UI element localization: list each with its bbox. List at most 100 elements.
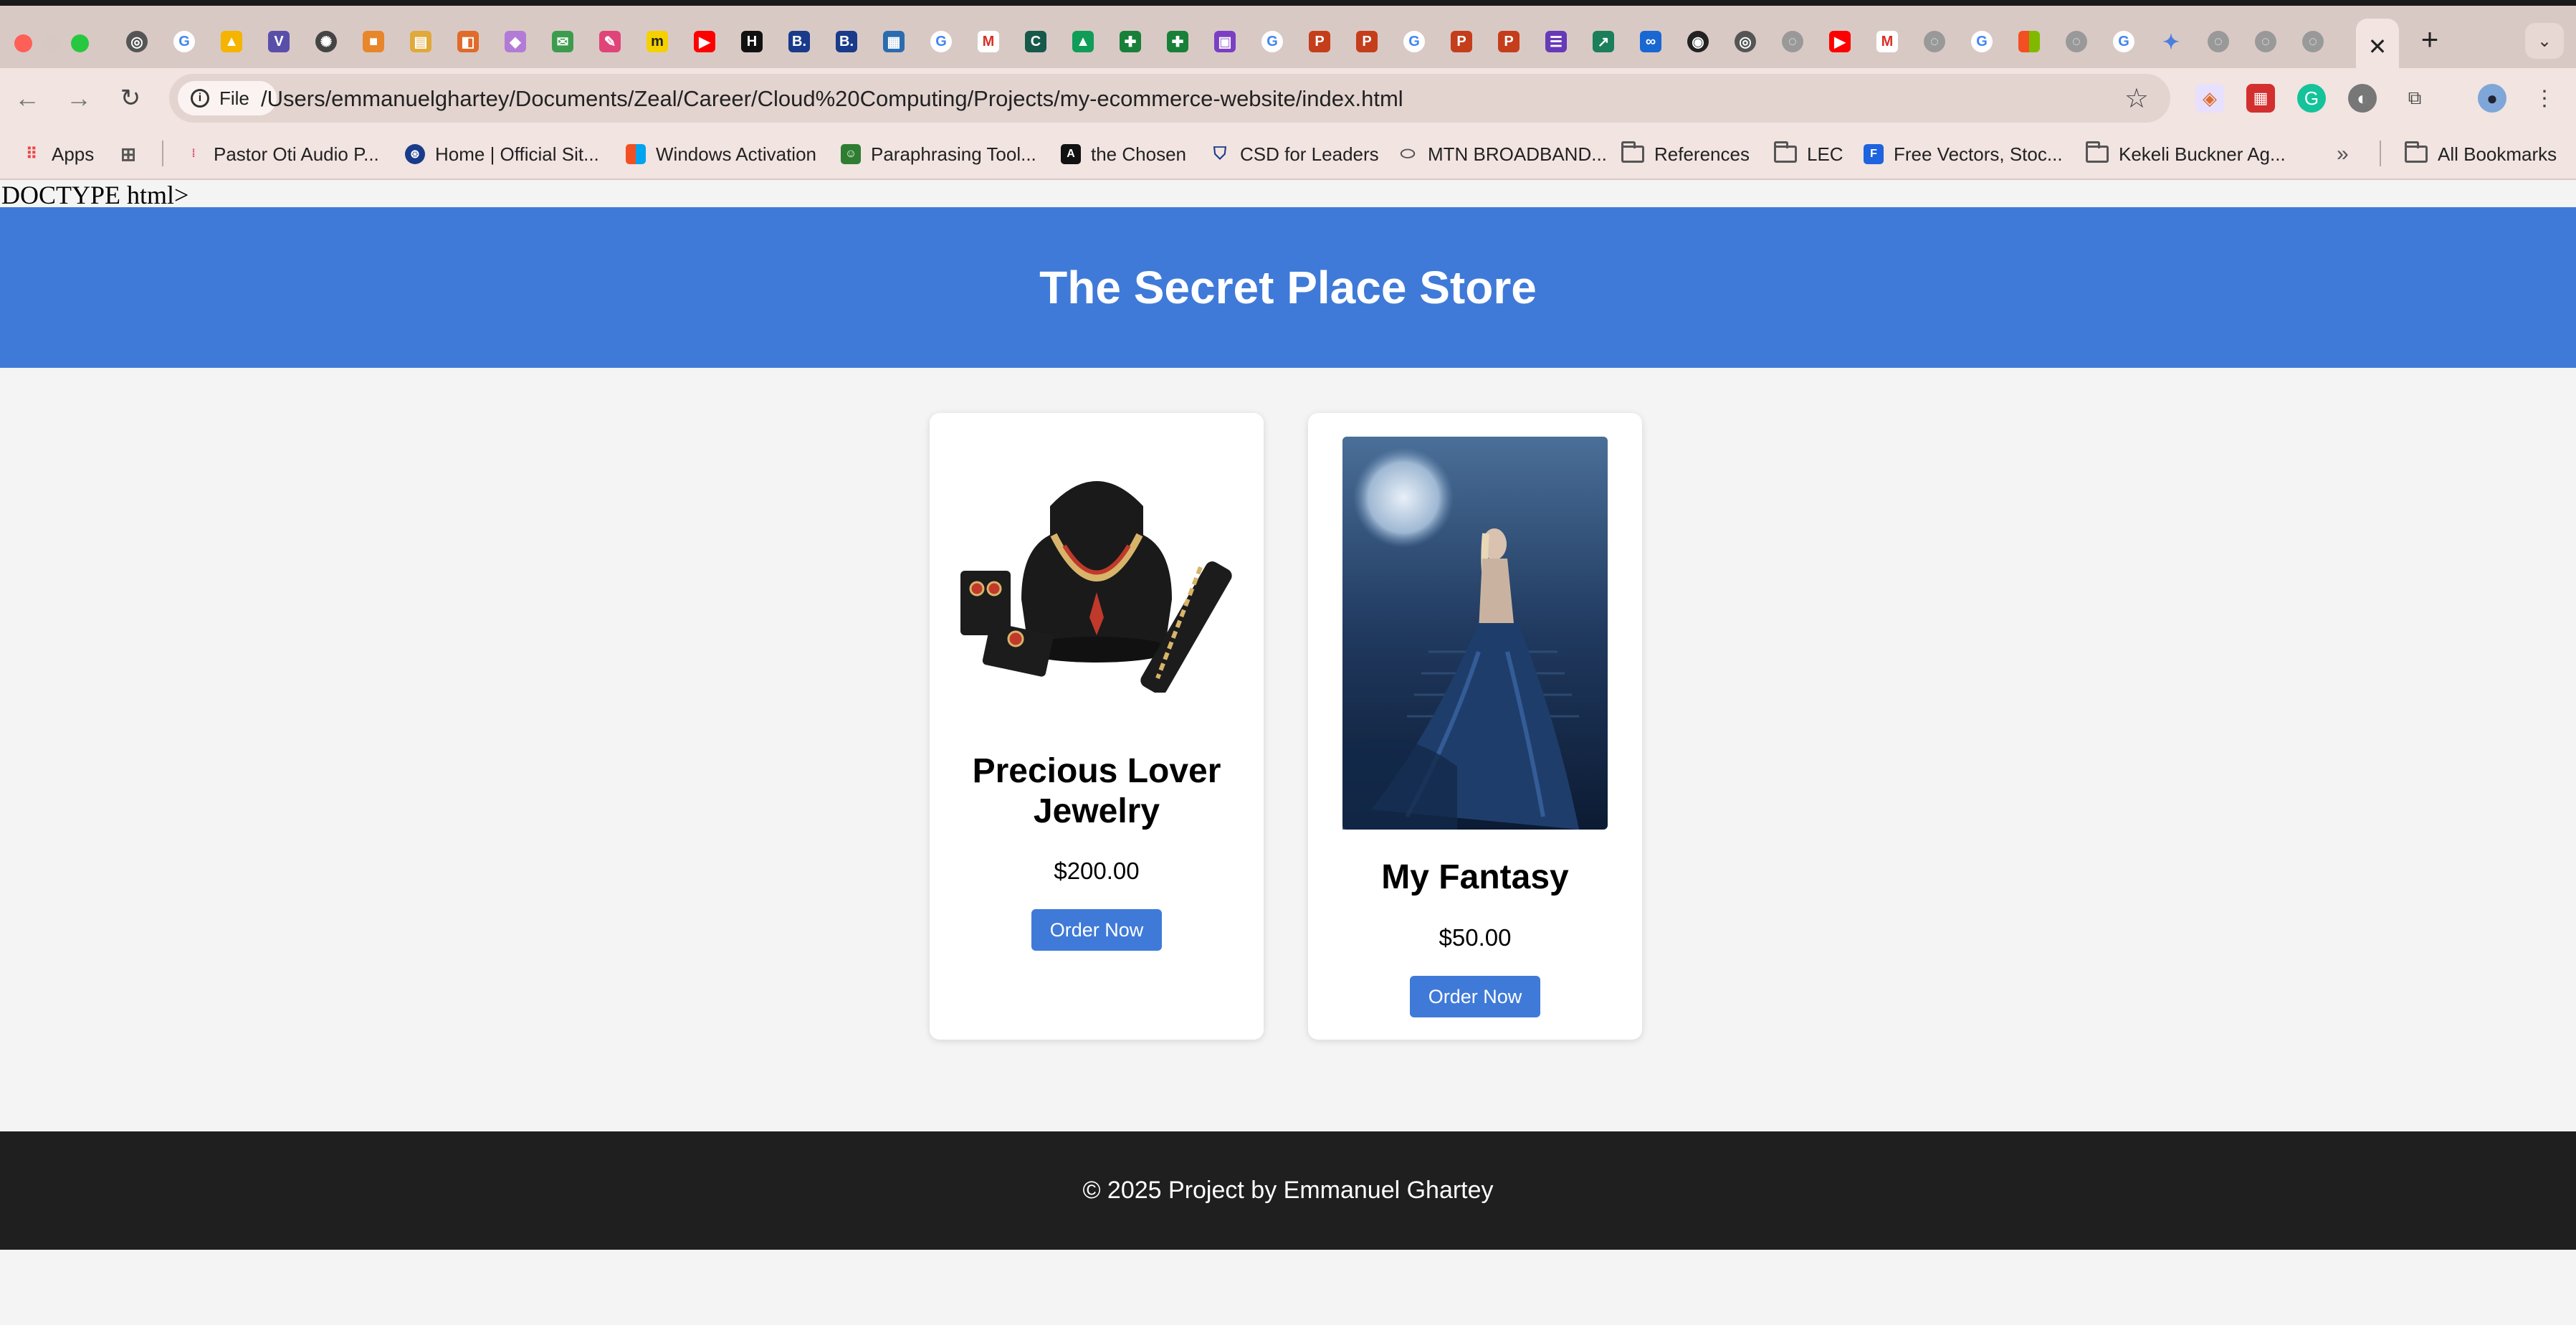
- bookmark-label: Paraphrasing Tool...: [871, 143, 1036, 165]
- bookmark-free-vectors[interactable]: F Free Vectors, Stoc...: [1864, 141, 2063, 167]
- tab-miro-icon[interactable]: m: [634, 27, 681, 56]
- menu-kebab-icon[interactable]: ⋮: [2530, 84, 2559, 113]
- bookmark-csd-for-leaders[interactable]: ⛉ CSD for Leaders: [1210, 141, 1379, 167]
- order-now-button[interactable]: Order Now: [1410, 976, 1540, 1017]
- extension-gray-icon[interactable]: ◐: [2348, 84, 2377, 113]
- maximize-window-button[interactable]: [71, 34, 89, 52]
- minimize-window-button[interactable]: [42, 34, 60, 52]
- bookmark-label: Windows Activation: [656, 143, 816, 165]
- folder-icon: [1621, 141, 1644, 163]
- bookmark-official-site[interactable]: ⊛ Home | Official Sit...: [405, 141, 599, 167]
- extension-red-icon[interactable]: ▦: [2246, 84, 2275, 113]
- tab-google-icon[interactable]: G: [917, 27, 965, 56]
- tab-search-chevron-icon[interactable]: ⌄: [2525, 23, 2564, 59]
- extension-shield-icon[interactable]: ◈: [2195, 84, 2224, 113]
- tab-youtube-icon[interactable]: ▶: [1816, 27, 1864, 56]
- tab-groups-icon[interactable]: ⊞: [118, 141, 138, 167]
- tab-google-icon[interactable]: G: [161, 27, 208, 56]
- reload-icon[interactable]: ↻: [113, 81, 148, 115]
- tab-globe-icon[interactable]: ◌: [2195, 27, 2242, 56]
- tab-cube-icon[interactable]: ◆: [492, 27, 539, 56]
- tab-powerpoint-icon[interactable]: P: [1485, 27, 1532, 56]
- bookmark-mtn-broadband[interactable]: ⬭ MTN BROADBAND...: [1398, 141, 1607, 167]
- tab-google-icon[interactable]: G: [2100, 27, 2147, 56]
- bookmark-the-chosen[interactable]: A the Chosen: [1061, 141, 1186, 167]
- tab-link-icon[interactable]: ∞: [1627, 27, 1674, 56]
- bookmark-label: Kekeli Buckner Ag...: [2119, 143, 2286, 165]
- tab-chrome-icon[interactable]: ◎: [1722, 27, 1769, 56]
- order-now-button[interactable]: Order Now: [1031, 909, 1162, 951]
- tab-globe-icon[interactable]: ◌: [2053, 27, 2100, 56]
- more-bookmarks-chevron-icon[interactable]: »: [2337, 141, 2349, 167]
- store-title: The Secret Place Store: [1039, 262, 1537, 313]
- tab-booking-icon[interactable]: B.: [823, 27, 870, 56]
- bookmark-separator: [162, 141, 163, 166]
- grammarly-icon[interactable]: G: [2297, 84, 2326, 113]
- tab-booking-icon[interactable]: B.: [776, 27, 823, 56]
- bookmark-folder-kekeli[interactable]: Kekeli Buckner Ag...: [2086, 141, 2286, 167]
- product-price: $50.00: [1439, 924, 1512, 951]
- robot-icon: ☺: [841, 144, 861, 164]
- bookmark-folder-references[interactable]: References: [1621, 141, 1750, 167]
- tab-pen-icon[interactable]: ✎: [586, 27, 634, 56]
- tab-openai-icon[interactable]: ✺: [302, 27, 350, 56]
- close-window-button[interactable]: [14, 34, 32, 52]
- tab-google-icon[interactable]: G: [1958, 27, 2005, 56]
- product-card: Precious Lover Jewelry $200.00 Order Now: [930, 413, 1264, 1040]
- tab-sheets-icon[interactable]: ✚: [1107, 27, 1154, 56]
- tab-google-icon[interactable]: G: [1390, 27, 1438, 56]
- tab-slides-icon[interactable]: ▣: [1201, 27, 1249, 56]
- tab-orange-icon[interactable]: ◧: [444, 27, 492, 56]
- tab-youtube-icon[interactable]: ▶: [681, 27, 728, 56]
- tab-powerpoint-icon[interactable]: P: [1296, 27, 1343, 56]
- tab-gmail-icon[interactable]: M: [965, 27, 1012, 56]
- bookmark-all-bookmarks[interactable]: All Bookmarks: [2405, 141, 2557, 167]
- tab-chrome-icon[interactable]: ◎: [113, 27, 161, 56]
- new-tab-button[interactable]: +: [2412, 22, 2448, 57]
- tab-gemini-icon[interactable]: ✦: [2147, 27, 2195, 56]
- extensions-puzzle-icon[interactable]: ⧉: [2400, 84, 2429, 113]
- tab-globe-icon[interactable]: ◌: [2289, 27, 2337, 56]
- tab-box-icon[interactable]: ■: [350, 27, 397, 56]
- bookmark-label: MTN BROADBAND...: [1428, 143, 1607, 165]
- tab-sheets-icon[interactable]: ✚: [1154, 27, 1201, 56]
- podcast-icon: ⁞: [191, 148, 196, 160]
- bookmark-pastor-oti[interactable]: ⁞ Pastor Oti Audio P...: [183, 141, 378, 167]
- bookmark-label: the Chosen: [1091, 143, 1186, 165]
- bookmark-folder-lec[interactable]: LEC: [1774, 141, 1843, 167]
- tab-arrow-icon[interactable]: ↗: [1580, 27, 1627, 56]
- active-tab-close-icon[interactable]: ✕: [2356, 19, 2399, 74]
- chosen-logo-icon: A: [1061, 144, 1081, 164]
- tab-globe-icon[interactable]: ◌: [2242, 27, 2289, 56]
- tab-favicon-list: ◎ G ▲ V ✺ ■ ▤ ◧ ◆ ✉ ✎ m ▶ H B. B. ▦ G M …: [113, 27, 2337, 56]
- tab-drive-icon[interactable]: ▲: [208, 27, 255, 56]
- forward-arrow-icon[interactable]: →: [62, 81, 96, 115]
- bookmark-star-icon[interactable]: ☆: [2124, 82, 2149, 115]
- tab-v-icon[interactable]: V: [255, 27, 302, 56]
- apps-grid-icon: ⠿: [25, 145, 38, 163]
- tab-chart-icon[interactable]: ▦: [870, 27, 917, 56]
- address-bar[interactable]: i File /Users/emmanuelghartey/Documents/…: [169, 74, 2170, 123]
- stray-doctype-text: DOCTYPE html>: [1, 181, 189, 209]
- tab-microsoft-icon[interactable]: [2005, 27, 2053, 56]
- back-arrow-icon[interactable]: ←: [10, 81, 44, 115]
- tab-h-icon[interactable]: H: [728, 27, 776, 56]
- tab-google-icon[interactable]: G: [1249, 27, 1296, 56]
- freepik-icon: F: [1864, 144, 1884, 164]
- tab-globe-icon[interactable]: ◌: [1911, 27, 1958, 56]
- bookmark-paraphrasing-tool[interactable]: ☺ Paraphrasing Tool...: [841, 141, 1036, 167]
- tab-github-icon[interactable]: ◉: [1674, 27, 1722, 56]
- tab-green-icon[interactable]: ✉: [539, 27, 586, 56]
- tab-forms-icon[interactable]: ☰: [1532, 27, 1580, 56]
- tab-powerpoint-icon[interactable]: P: [1343, 27, 1390, 56]
- profile-avatar[interactable]: ●: [2478, 84, 2506, 113]
- tab-gmail-icon[interactable]: M: [1864, 27, 1911, 56]
- tab-powerpoint-icon[interactable]: P: [1438, 27, 1485, 56]
- tab-c-icon[interactable]: C: [1012, 27, 1059, 56]
- tab-globe-icon[interactable]: ◌: [1769, 27, 1816, 56]
- tab-doc-icon[interactable]: ▤: [397, 27, 444, 56]
- bookmark-apps[interactable]: ⠿ Apps: [22, 141, 94, 167]
- url-text[interactable]: /Users/emmanuelghartey/Documents/Zeal/Ca…: [261, 86, 1403, 112]
- bookmark-windows-activation[interactable]: Windows Activation: [626, 141, 816, 167]
- tab-drive-icon[interactable]: ▲: [1059, 27, 1107, 56]
